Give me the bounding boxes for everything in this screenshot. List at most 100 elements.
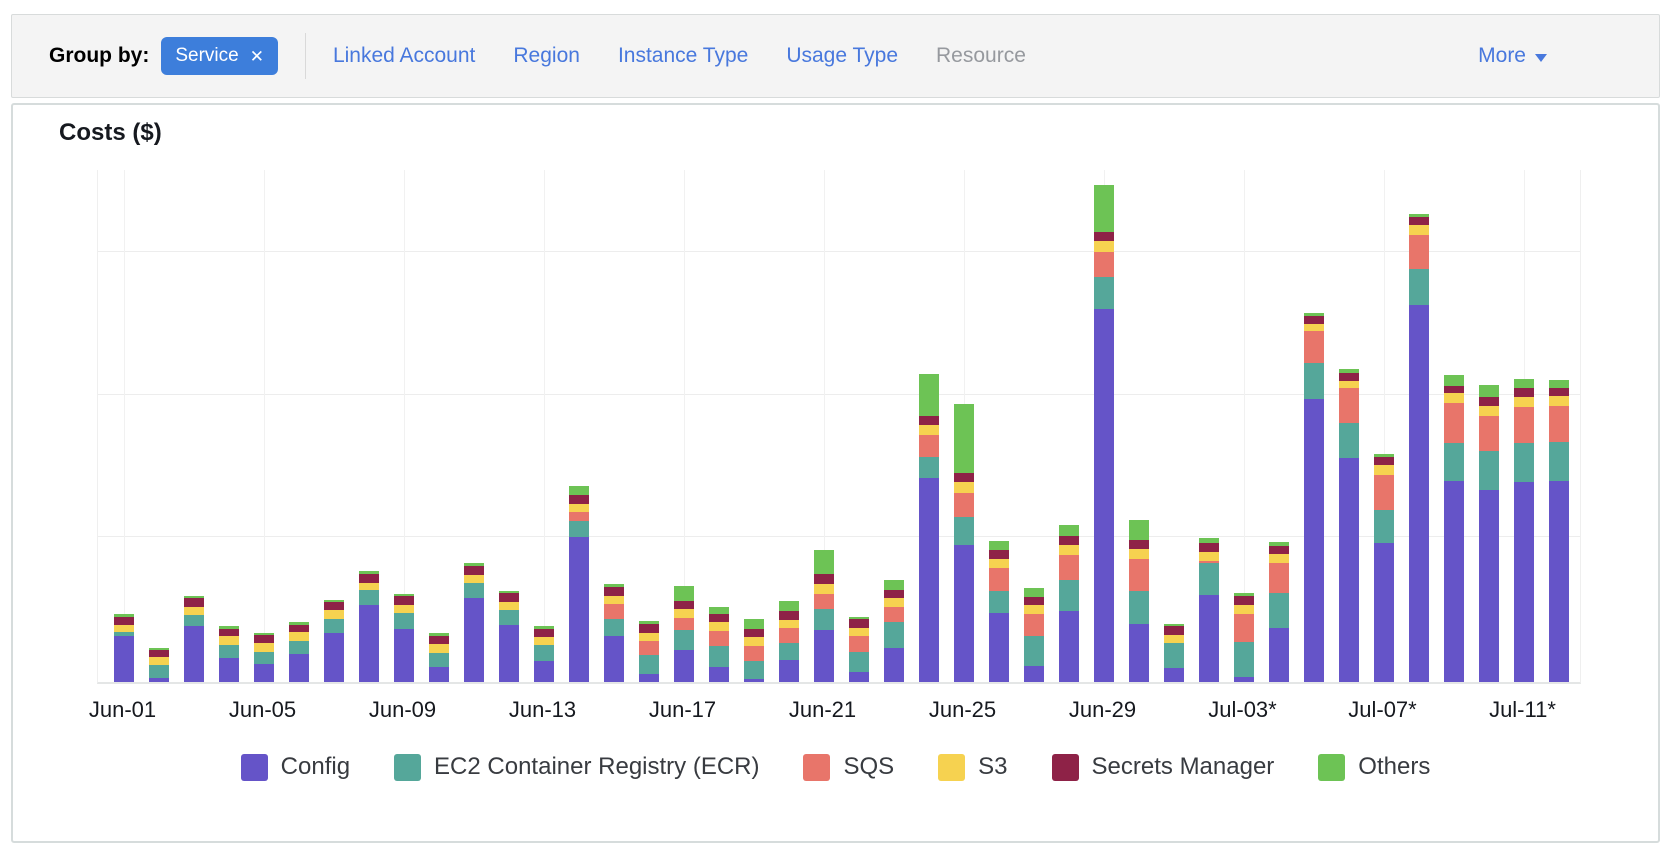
bar-stack-jul-10[interactable] [1479, 385, 1499, 683]
bar-stack-jun-28[interactable] [1059, 525, 1079, 682]
bar-segment-sqs [1479, 416, 1499, 451]
bar-stack-jul-07[interactable] [1374, 454, 1394, 683]
bar-stack-jun-08[interactable] [359, 571, 379, 682]
bar-segment-config [1059, 611, 1079, 682]
bar-segment-secrets-manager [394, 596, 414, 605]
bar-stack-jun-06[interactable] [289, 622, 309, 682]
bar-stack-jul-02[interactable] [1199, 538, 1219, 682]
bar-segment-s3 [1444, 393, 1464, 403]
bar-stack-jun-26[interactable] [989, 541, 1009, 683]
legend-item-secrets-manager[interactable]: Secrets Manager [1052, 753, 1275, 781]
bar-segment-sqs [989, 568, 1009, 591]
bar-stack-jul-12[interactable] [1549, 380, 1569, 683]
bar-segment-others [814, 550, 834, 575]
bar-segment-others [709, 607, 729, 615]
more-button[interactable]: More [1478, 44, 1547, 68]
bar-segment-config [1374, 543, 1394, 682]
bar-segment-config [779, 660, 799, 683]
bar-segment-others [674, 586, 694, 601]
bar-stack-jun-25[interactable] [954, 404, 974, 682]
bar-segment-s3 [779, 620, 799, 629]
bar-segment-ec2-container-registry-ecr [1514, 443, 1534, 482]
bar-stack-jun-09[interactable] [394, 594, 414, 682]
bar-stack-jun-27[interactable] [1024, 588, 1044, 682]
bar-stack-jun-30[interactable] [1129, 520, 1149, 682]
bar-stack-jul-11[interactable] [1514, 379, 1534, 682]
legend-item-s3[interactable]: S3 [938, 753, 1007, 781]
bar-segment-ec2-container-registry-ecr [604, 619, 624, 636]
bar-stack-jun-15[interactable] [604, 584, 624, 682]
bar-segment-ec2-container-registry-ecr [1479, 451, 1499, 491]
filter-link-region[interactable]: Region [513, 44, 580, 68]
bar-segment-ec2-container-registry-ecr [1199, 563, 1219, 596]
bar-stack-jun-19[interactable] [744, 619, 764, 683]
legend-label-config: Config [281, 753, 350, 781]
bar-stack-jun-12[interactable] [499, 591, 519, 683]
bar-stack-jun-14[interactable] [569, 486, 589, 683]
legend-item-sqs[interactable]: SQS [803, 753, 894, 781]
bar-stack-jun-20[interactable] [779, 601, 799, 683]
filter-links: Linked Account Region Instance Type Usage T… [333, 44, 1026, 68]
bar-segment-others [884, 580, 904, 590]
bar-stack-jun-16[interactable] [639, 621, 659, 682]
bar-stack-jun-10[interactable] [429, 633, 449, 683]
bar-stack-jun-18[interactable] [709, 607, 729, 683]
legend-item-ec2-container-registry-ecr[interactable]: EC2 Container Registry (ECR) [394, 753, 759, 781]
bar-segment-ec2-container-registry-ecr [1444, 443, 1464, 482]
bar-segment-config [1339, 458, 1359, 683]
bar-segment-secrets-manager [184, 598, 204, 607]
bar-segment-secrets-manager [569, 495, 589, 504]
bar-segment-s3 [744, 637, 764, 646]
filter-link-linked-account[interactable]: Linked Account [333, 44, 475, 68]
service-chip-label: Service [175, 45, 238, 67]
bar-stack-jul-06[interactable] [1339, 369, 1359, 682]
legend-item-config[interactable]: Config [241, 753, 350, 781]
bar-segment-secrets-manager [219, 629, 239, 637]
bar-segment-sqs [1269, 563, 1289, 593]
bar-stack-jun-24[interactable] [919, 374, 939, 683]
bar-segment-ec2-container-registry-ecr [1164, 643, 1184, 668]
bar-segment-s3 [1024, 605, 1044, 614]
bar-stack-jul-03[interactable] [1234, 593, 1254, 682]
bar-stack-jul-01[interactable] [1164, 624, 1184, 683]
bar-stack-jun-22[interactable] [849, 617, 869, 683]
bar-stack-jun-02[interactable] [149, 648, 169, 683]
bar-stack-jun-03[interactable] [184, 596, 204, 683]
bar-segment-config [1164, 668, 1184, 682]
bar-stack-jun-04[interactable] [219, 626, 239, 682]
legend-swatch-config [241, 754, 268, 781]
bar-segment-s3 [1234, 605, 1254, 614]
legend-label-others: Others [1358, 753, 1430, 781]
bar-segment-sqs [1549, 406, 1569, 442]
bar-stack-jun-21[interactable] [814, 550, 834, 683]
bar-segment-s3 [1269, 554, 1289, 564]
bar-stack-jun-23[interactable] [884, 580, 904, 683]
bar-stack-jun-17[interactable] [674, 586, 694, 682]
x-tick-label-jul-11: Jul-11* [1463, 697, 1583, 723]
bar-stack-jun-13[interactable] [534, 626, 554, 683]
chevron-down-icon [1535, 54, 1547, 62]
bar-segment-config [709, 667, 729, 683]
bar-stack-jun-29[interactable] [1094, 185, 1114, 682]
bar-stack-jun-01[interactable] [114, 614, 134, 682]
legend-item-others[interactable]: Others [1318, 753, 1430, 781]
bar-segment-others [744, 619, 764, 630]
filter-link-instance-type[interactable]: Instance Type [618, 44, 748, 68]
bar-stack-jul-04[interactable] [1269, 542, 1289, 682]
chart-title: Costs ($) [59, 119, 162, 147]
bar-segment-ec2-container-registry-ecr [674, 630, 694, 650]
bar-segment-ec2-container-registry-ecr [324, 619, 344, 633]
bar-stack-jul-05[interactable] [1304, 313, 1324, 682]
bar-segment-ec2-container-registry-ecr [1549, 442, 1569, 481]
chip-remove-icon[interactable]: ✕ [250, 48, 264, 65]
bar-segment-secrets-manager [1059, 536, 1079, 545]
bar-stack-jul-08[interactable] [1409, 214, 1429, 683]
bar-stack-jun-11[interactable] [464, 563, 484, 683]
service-chip[interactable]: Service ✕ [161, 37, 278, 75]
filter-link-usage-type[interactable]: Usage Type [786, 44, 898, 68]
bar-stack-jun-05[interactable] [254, 633, 274, 683]
bar-stack-jun-07[interactable] [324, 600, 344, 683]
bar-stack-jul-09[interactable] [1444, 375, 1464, 683]
bar-segment-ec2-container-registry-ecr [1339, 423, 1359, 458]
legend-label-sqs: SQS [843, 753, 894, 781]
